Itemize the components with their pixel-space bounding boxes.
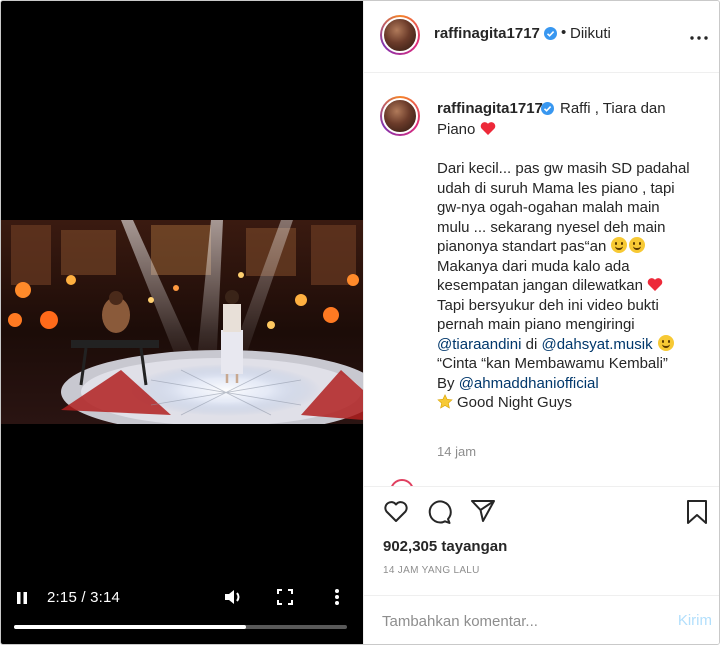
more-icon[interactable] — [690, 27, 708, 45]
header-username[interactable]: raffinagita1717 — [434, 25, 540, 42]
comment-input[interactable] — [382, 611, 652, 631]
mention-ahmaddhaniofficial[interactable]: @ahmaddhaniofficial — [459, 375, 599, 392]
mention-dahsyat-musik[interactable]: @dahsyat.musik — [541, 336, 652, 353]
caption-title-line2: Piano — [437, 121, 496, 138]
caption-timestamp: 14 jam — [437, 444, 477, 459]
volume-icon[interactable] — [222, 587, 244, 607]
caption-line: kesempatan jangan dilewatkan — [437, 276, 713, 296]
mention-tiaraandini[interactable]: @tiaraandini — [437, 336, 521, 353]
video-progress-fill — [14, 625, 246, 629]
heart-emoji-icon — [480, 122, 495, 135]
video-controls: 2:15 / 3:14 — [1, 581, 363, 644]
caption-line: Dari kecil... pas gw masih SD padahal — [437, 160, 690, 177]
fullscreen-icon[interactable] — [275, 587, 295, 607]
caption-line: mulu ... sekarang nyesel deh main — [437, 218, 666, 236]
caption-avatar[interactable] — [380, 96, 420, 136]
post-detail-panel: raffinagita1717 • Diikuti raffinagita171… — [363, 1, 719, 644]
smiling-emoji-icon — [629, 237, 646, 253]
caption-line: Makanya dari muda kalo ada — [437, 257, 630, 275]
video-frame[interactable] — [1, 220, 363, 424]
action-bar: 902,305 tayangan 14 JAM YANG LALU — [364, 486, 719, 596]
caption-line: Good Night Guys — [437, 393, 713, 413]
share-icon[interactable] — [470, 499, 496, 528]
star-emoji-icon — [437, 394, 453, 409]
caption-username[interactable]: raffinagita1717 — [437, 100, 543, 117]
header-separator: • — [561, 24, 567, 41]
caption-line: pianonya standart pas“an — [437, 237, 713, 257]
post-header: raffinagita1717 • Diikuti — [364, 1, 719, 73]
post-age: 14 JAM YANG LALU — [383, 565, 480, 576]
caption-line: udah di suruh Mama les piano , tapi — [437, 179, 675, 197]
comment-icon[interactable] — [426, 499, 452, 530]
video-player[interactable]: 2:15 / 3:14 — [1, 1, 363, 644]
grinning-emoji-icon — [611, 237, 628, 253]
heart-emoji-icon — [647, 278, 663, 291]
caption-line: gw-nya ogah-ogahan malah main — [437, 199, 660, 216]
caption-line: “Cinta “kan Membawamu Kembali” — [437, 355, 668, 372]
bookmark-icon[interactable] — [686, 499, 708, 530]
more-options-icon[interactable] — [329, 587, 345, 607]
rolling-laughing-emoji-icon — [657, 334, 674, 351]
verified-badge-icon — [541, 102, 554, 120]
caption-line: pernah main piano mengiringi — [437, 316, 635, 333]
next-comment-avatar — [390, 479, 414, 486]
caption-area: raffinagita1717 Raffi , Tiara dan Piano … — [364, 74, 719, 486]
caption-line: Tapi bersyukur deh ini video bukti — [437, 296, 659, 314]
follow-status-button[interactable]: Diikuti — [570, 25, 611, 42]
post-dialog: 2:15 / 3:14 raffinagita1717 • Diikuti ra… — [0, 0, 720, 645]
video-stage-image — [1, 220, 363, 424]
caption-line: @tiaraandini di @dahsyat.musik — [437, 334, 713, 355]
post-comment-button[interactable]: Kirim — [678, 612, 712, 629]
caption-body: Dari kecil... pas gw masih SD padahal ud… — [437, 159, 713, 413]
pause-icon[interactable] — [13, 589, 31, 607]
caption-line: By @ahmaddhaniofficial — [437, 374, 599, 392]
avatar[interactable] — [380, 15, 420, 55]
video-progress-bar[interactable] — [14, 625, 347, 629]
like-icon[interactable] — [383, 499, 409, 528]
view-count[interactable]: 902,305 tayangan — [383, 538, 507, 555]
caption-title: Raffi , Tiara dan — [560, 100, 666, 117]
video-time: 2:15 / 3:14 — [47, 589, 121, 606]
comment-bar: Kirim — [364, 595, 719, 644]
verified-badge-icon — [544, 27, 557, 45]
